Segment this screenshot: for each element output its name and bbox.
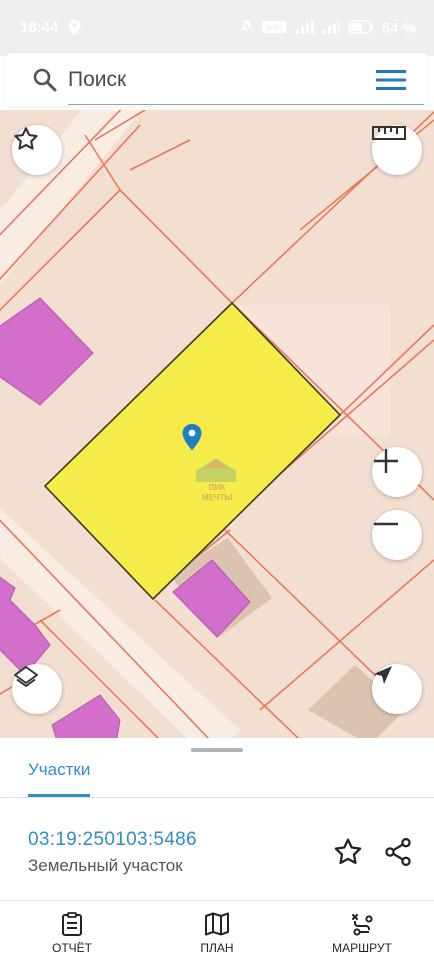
map-view[interactable]: ПИК МЕЧТЫ bbox=[0, 110, 434, 740]
signal-icon bbox=[322, 20, 340, 38]
nav-plan[interactable]: ПЛАН bbox=[167, 901, 267, 960]
menu-icon[interactable] bbox=[376, 67, 406, 93]
parcel-cadastral-number[interactable]: 03:19:250103:5486 bbox=[28, 829, 197, 851]
battery-percent: 54 % bbox=[381, 20, 416, 37]
mute-icon bbox=[240, 19, 254, 38]
zoom-out-button[interactable] bbox=[372, 510, 422, 560]
map-plan-icon bbox=[204, 911, 230, 937]
star-icon[interactable] bbox=[332, 836, 364, 868]
sheet-divider bbox=[0, 797, 434, 798]
favorite-map-button[interactable] bbox=[12, 125, 62, 175]
svg-text:WiFi: WiFi bbox=[265, 23, 282, 32]
nav-route[interactable]: МАРШРУТ bbox=[312, 901, 412, 960]
nav-report[interactable]: ОТЧЁТ bbox=[22, 901, 122, 960]
route-icon bbox=[349, 911, 375, 937]
report-icon bbox=[59, 911, 85, 937]
nav-plan-label: ПЛАН bbox=[200, 941, 234, 955]
location-icon bbox=[68, 20, 81, 39]
cadastral-map: ПИК МЕЧТЫ bbox=[0, 110, 434, 740]
4g-signal-icon bbox=[294, 19, 314, 38]
watermark-line1: ПИК bbox=[209, 483, 226, 492]
tab-parcels[interactable]: Участки bbox=[28, 760, 90, 780]
bottom-nav: ОТЧЁТ ПЛАН МАРШРУТ bbox=[0, 900, 434, 960]
app-screen: 18:44 WiFi 54 % Поиск ПИК МЕЧТЫ Участки … bbox=[0, 0, 434, 960]
status-bar: 18:44 WiFi 54 % bbox=[0, 0, 434, 56]
nav-report-label: ОТЧЁТ bbox=[51, 941, 92, 955]
wifi-icon: WiFi bbox=[261, 20, 286, 38]
search-underline bbox=[68, 104, 424, 105]
search-input[interactable] bbox=[68, 63, 364, 97]
ruler-button[interactable] bbox=[372, 125, 422, 175]
search-icon[interactable] bbox=[32, 67, 58, 93]
watermark-line2: МЕЧТЫ bbox=[202, 493, 233, 502]
sheet-drag-handle[interactable] bbox=[191, 748, 243, 752]
nav-route-label: МАРШРУТ bbox=[332, 941, 392, 955]
share-icon[interactable] bbox=[382, 836, 414, 868]
battery-icon bbox=[347, 19, 374, 38]
my-location-button[interactable] bbox=[372, 664, 422, 714]
parcel-sheet: Участки 03:19:250103:5486 Земельный учас… bbox=[0, 738, 434, 900]
status-icons: WiFi 54 % bbox=[240, 19, 416, 38]
layers-button[interactable] bbox=[12, 664, 62, 714]
parcel-type: Земельный участок bbox=[28, 856, 183, 875]
status-time: 18:44 bbox=[20, 19, 59, 36]
zoom-in-button[interactable] bbox=[372, 447, 422, 497]
search-bar bbox=[6, 53, 428, 106]
